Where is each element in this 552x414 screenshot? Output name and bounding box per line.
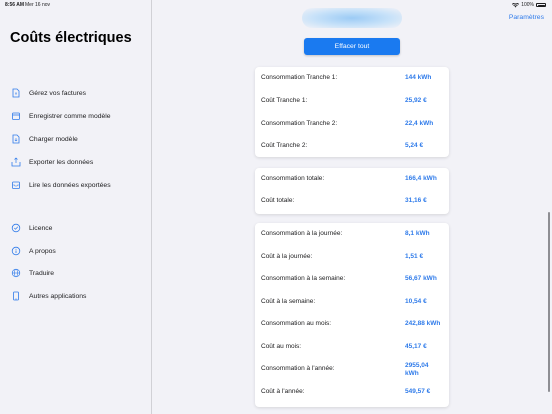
row-value: 8,1 kWh: [405, 230, 430, 237]
row-label: Consommation à la semaine:: [261, 275, 346, 282]
menu-item-label: Lire les données exportées: [29, 181, 111, 189]
result-row: Coût totale: 31,16 €: [255, 190, 449, 212]
app-title: Coûts électriques: [10, 30, 132, 46]
row-label: Coût Tranche 2:: [261, 142, 308, 149]
row-value: 31,16 €: [405, 197, 427, 204]
row-value: 242,88 kWh: [405, 320, 441, 327]
blurred-title-area: [302, 8, 402, 28]
row-label: Consommation à la journée:: [261, 230, 343, 237]
result-row: Consommation à l'année: 2955,04 kWh: [255, 358, 449, 380]
info-circle-icon: [11, 246, 21, 256]
tablet-icon: [13, 291, 19, 301]
row-value: 56,67 kWh: [405, 275, 437, 282]
document-load-icon: [12, 134, 20, 144]
row-value: 45,17 €: [405, 343, 427, 350]
result-row: Coût Tranche 2: 5,24 €: [255, 135, 449, 157]
result-row: Consommation totale: 166,4 kWh: [255, 168, 449, 190]
result-row: Consommation à la semaine: 56,67 kWh: [255, 268, 449, 290]
status-bar: 8:56 AM Mer 16 nov 100%: [0, 0, 552, 10]
row-value: 25,92 €: [405, 97, 427, 104]
globe-icon: [11, 268, 21, 278]
menu-item-label: Enregistrer comme modèle: [29, 112, 111, 120]
result-row: Consommation Tranche 1: 144 kWh: [255, 67, 449, 89]
settings-button[interactable]: Paramètres: [509, 14, 544, 21]
tray-icon: [12, 112, 20, 120]
sidebar: Coûts électriques Gérez vos factures Enr…: [0, 0, 152, 414]
checkmark-circle-icon: [11, 223, 21, 233]
period-card: Consommation à la journée: 8,1 kWh Coût …: [255, 223, 449, 407]
menu-item-label: Exporter les données: [29, 158, 94, 166]
menu-item-save-template[interactable]: Enregistrer comme modèle: [11, 110, 111, 122]
row-value: 10,54 €: [405, 298, 427, 305]
status-date: Mer 16 nov: [25, 2, 51, 8]
row-value: 22,4 kWh: [405, 120, 434, 127]
menu-item-label: Traduire: [29, 269, 55, 277]
row-label: Consommation totale:: [261, 175, 325, 182]
document-euro-icon: [12, 88, 20, 98]
battery-icon: [536, 3, 546, 7]
import-tray-icon: [12, 181, 20, 189]
row-label: Consommation à l'année:: [261, 365, 335, 372]
row-value: 166,4 kWh: [405, 175, 437, 182]
menu-item-manage-bills[interactable]: Gérez vos factures: [11, 87, 86, 99]
clear-all-button[interactable]: Effacer tout: [304, 38, 400, 55]
menu-item-label: A propos: [29, 247, 56, 255]
row-value: 2955,04 kWh: [405, 362, 429, 377]
result-row: Consommation Tranche 2: 22,4 kWh: [255, 113, 449, 135]
total-card: Consommation totale: 166,4 kWh Coût tota…: [255, 168, 449, 214]
menu-item-license[interactable]: Licence: [11, 222, 52, 234]
result-row: Coût à la journée: 1,51 €: [255, 246, 449, 268]
battery-percent: 100%: [521, 2, 534, 8]
row-label: Coût à l'année:: [261, 388, 305, 395]
row-value: 5,24 €: [405, 142, 424, 149]
menu-item-read-exported-data[interactable]: Lire les données exportées: [11, 179, 111, 191]
status-indicators: 100%: [512, 2, 546, 8]
result-row: Coût à l'année: 549,57 €: [255, 381, 449, 403]
menu-item-label: Licence: [29, 224, 53, 232]
menu-item-label: Charger modèle: [29, 135, 78, 143]
result-row: Consommation au mois: 242,88 kWh: [255, 313, 449, 335]
menu-item-about[interactable]: A propos: [11, 245, 56, 257]
scrollbar[interactable]: [548, 212, 550, 392]
row-value: 549,57 €: [405, 388, 431, 395]
row-label: Consommation Tranche 2:: [261, 120, 338, 127]
row-label: Coût à la journée:: [261, 253, 313, 260]
row-label: Consommation Tranche 1:: [261, 74, 338, 81]
wifi-icon: [512, 2, 520, 7]
export-tray-icon: [11, 157, 21, 167]
main-content: Paramètres Effacer tout Consommation Tra…: [152, 0, 552, 414]
menu-item-label: Autres applications: [29, 292, 87, 300]
result-row: Coût à la semaine: 10,54 €: [255, 291, 449, 313]
row-value: 1,51 €: [405, 253, 424, 260]
menu-item-other-apps[interactable]: Autres applications: [11, 290, 86, 302]
menu-item-load-template[interactable]: Charger modèle: [11, 133, 78, 145]
row-label: Consommation au mois:: [261, 320, 332, 327]
row-label: Coût totale:: [261, 197, 295, 204]
row-value: 144 kWh: [405, 74, 432, 81]
tranche-card: Consommation Tranche 1: 144 kWh Coût Tra…: [255, 67, 449, 157]
menu-item-translate[interactable]: Traduire: [11, 267, 54, 279]
status-time: 8:56 AM: [5, 2, 24, 8]
menu-item-export-data[interactable]: Exporter les données: [11, 156, 93, 168]
result-row: Coût au mois: 45,17 €: [255, 336, 449, 358]
row-label: Coût au mois:: [261, 343, 302, 350]
menu-item-label: Gérez vos factures: [29, 89, 87, 97]
result-row: Consommation à la journée: 8,1 kWh: [255, 223, 449, 245]
row-label: Coût Tranche 1:: [261, 97, 308, 104]
result-row: Coût Tranche 1: 25,92 €: [255, 90, 449, 112]
row-label: Coût à la semaine:: [261, 298, 316, 305]
